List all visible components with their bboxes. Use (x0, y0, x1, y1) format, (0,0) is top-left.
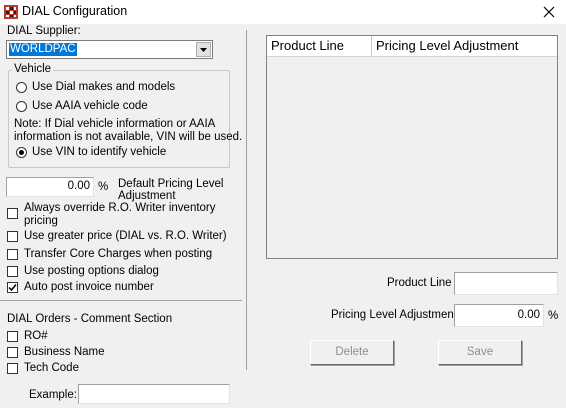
radio-vin-label[interactable]: Use VIN to identify vehicle (32, 146, 166, 158)
checkbox-business-name[interactable] (7, 347, 18, 358)
close-button[interactable] (532, 0, 566, 24)
checkbox-core-charges-label[interactable]: Transfer Core Charges when posting (24, 248, 212, 260)
check-icon (8, 284, 17, 292)
supplier-label: DIAL Supplier: (7, 25, 81, 37)
default-pricing-label-line2: Adjustment (118, 190, 176, 202)
checkbox-greater-price-label[interactable]: Use greater price (DIAL vs. R.O. Writer) (24, 230, 227, 242)
radio-dial-makes-label[interactable]: Use Dial makes and models (32, 81, 175, 93)
radio-vin[interactable] (16, 147, 27, 158)
product-line-table[interactable]: Product Line Pricing Level Adjustment (266, 35, 558, 259)
chevron-down-icon (200, 47, 207, 52)
radio-dial-makes[interactable] (16, 82, 27, 93)
delete-button[interactable]: Delete (310, 340, 394, 365)
checkbox-tech-code[interactable] (7, 363, 18, 374)
checkbox-override-pricing-label-line2[interactable]: pricing (24, 215, 58, 227)
pricing-adjustment-label: Pricing Level Adjustment (331, 309, 457, 321)
checkbox-posting-dialog[interactable] (7, 266, 18, 277)
checkbox-ro-number[interactable] (7, 331, 18, 342)
radio-aaia-code-label[interactable]: Use AAIA vehicle code (32, 100, 148, 112)
window-title: DIAL Configuration (22, 4, 128, 18)
product-line-input[interactable] (454, 272, 558, 295)
vehicle-note: Note: If Dial vehicle information or AAI… (14, 118, 216, 130)
radio-aaia-code[interactable] (16, 101, 27, 112)
table-header: Product Line Pricing Level Adjustment (267, 36, 557, 57)
vehicle-group-label: Vehicle (12, 63, 54, 75)
checkbox-tech-code-label[interactable]: Tech Code (24, 362, 79, 374)
checkbox-core-charges[interactable] (7, 249, 18, 260)
pricing-adjustment-input[interactable]: 0.00 (454, 304, 544, 327)
comment-section-title: DIAL Orders - Comment Section (7, 313, 173, 325)
column-header-product-line[interactable]: Product Line (267, 36, 372, 56)
checkbox-auto-post-label[interactable]: Auto post invoice number (24, 281, 154, 293)
checkbox-greater-price[interactable] (7, 231, 18, 242)
product-line-label: Product Line (387, 277, 452, 289)
save-button[interactable]: Save (438, 340, 522, 365)
default-pricing-label: Default Pricing Level (118, 178, 224, 190)
example-field[interactable] (78, 384, 230, 404)
example-label: Example: (29, 389, 77, 401)
checkbox-posting-dialog-label[interactable]: Use posting options dialog (24, 265, 159, 277)
percent-sign: % (98, 181, 109, 193)
title-bar: DIAL Configuration (0, 0, 566, 24)
vertical-divider (246, 30, 247, 370)
section-divider (0, 300, 242, 301)
app-icon[interactable] (3, 4, 19, 20)
close-icon (543, 6, 555, 18)
supplier-dropdown[interactable]: WORLDPAC (6, 40, 213, 59)
checkbox-ro-number-label[interactable]: RO# (24, 330, 48, 342)
checkbox-override-pricing[interactable] (7, 208, 18, 219)
checkbox-auto-post[interactable] (7, 282, 18, 293)
dropdown-button[interactable] (196, 42, 211, 57)
checkbox-business-name-label[interactable]: Business Name (24, 346, 105, 358)
checkbox-override-pricing-label[interactable]: Always override R.O. Writer inventory (24, 202, 216, 214)
column-header-pricing-adjustment[interactable]: Pricing Level Adjustment (372, 36, 557, 56)
vehicle-note-line2: information is not available, VIN will b… (14, 131, 243, 143)
pricing-adjustment-percent: % (548, 310, 559, 322)
default-pricing-input[interactable]: 0.00 (6, 177, 94, 197)
supplier-selected: WORLDPAC (8, 42, 78, 57)
